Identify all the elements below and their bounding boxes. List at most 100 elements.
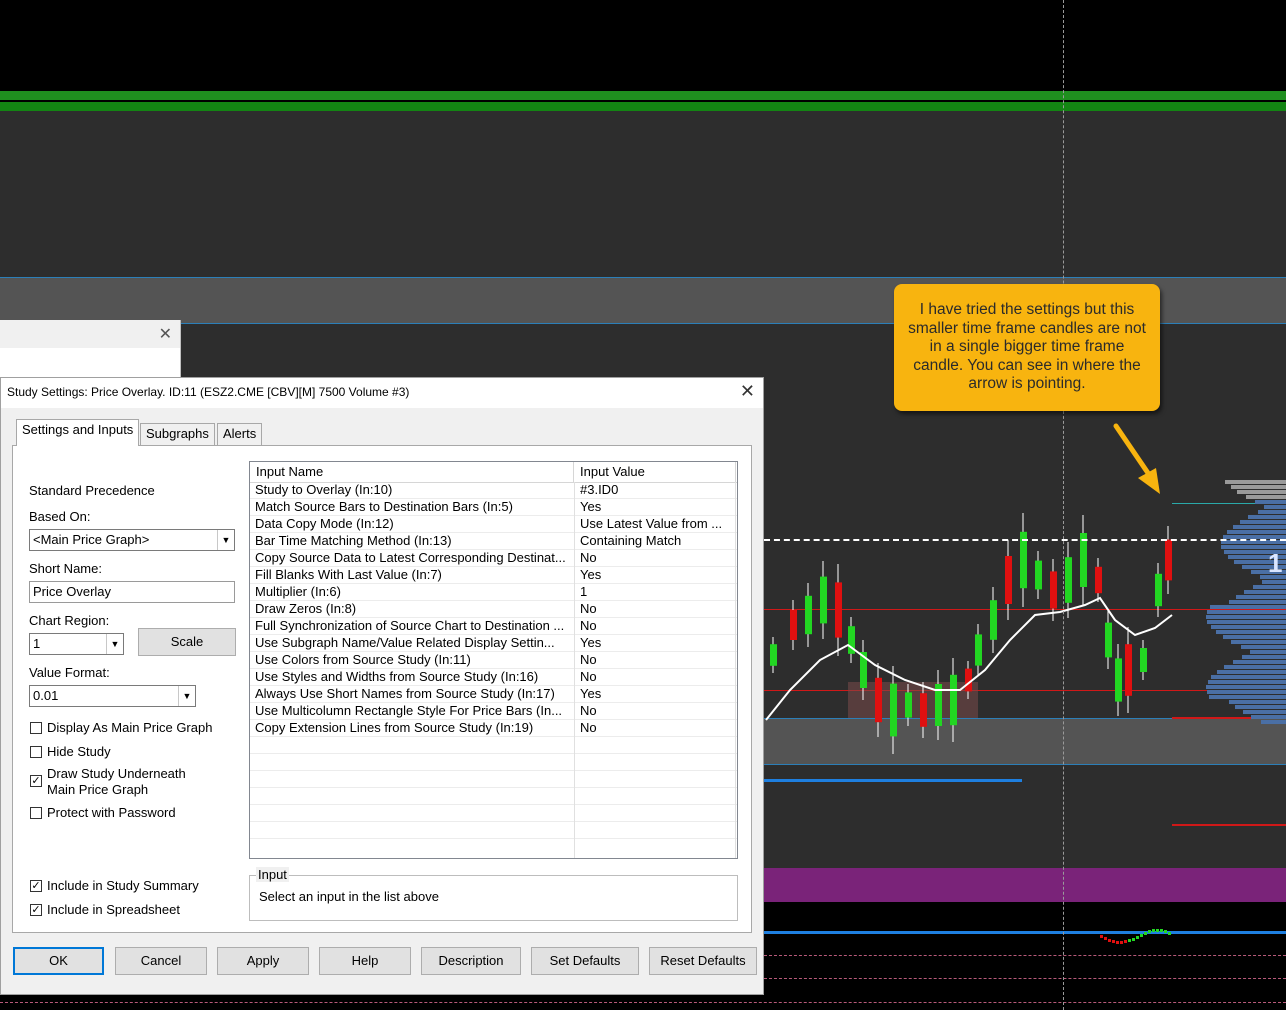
description-button[interactable]: Description xyxy=(421,947,521,975)
input-value-cell[interactable]: Yes xyxy=(580,635,730,651)
close-icon[interactable]: ✕ xyxy=(740,381,755,402)
down-candle xyxy=(1005,556,1012,604)
table-row[interactable]: Study to Overlay (In:10) #3.ID0 xyxy=(250,482,737,499)
input-name-cell: Draw Zeros (In:8) xyxy=(255,601,357,616)
dialog-titlebar[interactable]: Study Settings: Price Overlay. ID:11 (ES… xyxy=(1,378,763,408)
table-row[interactable]: Match Source Bars to Destination Bars (I… xyxy=(250,499,737,516)
table-row[interactable]: Use Colors from Source Study (In:11) No xyxy=(250,652,737,669)
volume-profile-bar xyxy=(1207,610,1286,614)
table-row[interactable]: Draw Zeros (In:8) No xyxy=(250,601,737,618)
display-as-main-price-graph-checkbox[interactable] xyxy=(30,722,42,734)
subgraph-mark xyxy=(1108,939,1111,942)
table-row[interactable]: Copy Extension Lines from Source Study (… xyxy=(250,720,737,737)
include-in-study-summary-checkbox[interactable]: ✓ xyxy=(30,880,42,892)
input-value-cell[interactable]: Use Latest Value from ... xyxy=(580,516,730,532)
subgraph-mark xyxy=(1100,935,1103,938)
table-row[interactable]: Use Subgraph Name/Value Related Display … xyxy=(250,635,737,652)
hide-study-checkbox[interactable] xyxy=(30,746,42,758)
input-value-cell[interactable]: 1 xyxy=(580,584,730,600)
volume-profile-bar xyxy=(1210,605,1286,609)
input-value-cell[interactable]: No xyxy=(580,550,730,566)
apply-button[interactable]: Apply xyxy=(217,947,309,975)
table-row[interactable]: Fill Blanks With Last Value (In:7) Yes xyxy=(250,567,737,584)
input-value-cell[interactable]: No xyxy=(580,601,730,617)
input-value-cell[interactable]: Yes xyxy=(580,499,730,515)
table-row[interactable]: Always Use Short Names from Source Study… xyxy=(250,686,737,703)
volume-profile-bar xyxy=(1241,645,1286,649)
input-value-cell[interactable]: Yes xyxy=(580,686,730,702)
input-value-cell[interactable]: No xyxy=(580,720,730,736)
draw-study-underneath-checkbox[interactable]: ✓ xyxy=(30,775,42,787)
volume-profile-bar xyxy=(1233,660,1286,664)
chevron-down-icon[interactable]: ▼ xyxy=(217,530,234,550)
volume-profile-bar xyxy=(1251,715,1286,719)
tab-settings-and-inputs[interactable]: Settings and Inputs xyxy=(16,419,140,446)
volume-profile-bar xyxy=(1261,720,1286,724)
input-name-cell: Full Synchronization of Source Chart to … xyxy=(255,618,565,633)
input-list[interactable]: Input Name Input Value Study to Overlay … xyxy=(249,461,738,859)
subgraph-mark xyxy=(1144,932,1147,935)
input-name-cell: Bar Time Matching Method (In:13) xyxy=(255,533,452,548)
up-candle xyxy=(1155,573,1162,607)
input-value-cell[interactable]: No xyxy=(580,618,730,634)
subgraph-mark xyxy=(1128,939,1131,942)
subgraph-mark xyxy=(1104,937,1107,940)
table-row[interactable]: Use Multicolumn Rectangle Style For Pric… xyxy=(250,703,737,720)
volume-profile-bar xyxy=(1258,510,1286,514)
volume-profile-bar xyxy=(1217,670,1286,674)
based-on-value: <Main Price Graph> xyxy=(33,532,150,547)
down-candle xyxy=(1125,644,1132,696)
include-in-spreadsheet-checkbox[interactable]: ✓ xyxy=(30,904,42,916)
table-row[interactable]: Copy Source Data to Latest Corresponding… xyxy=(250,550,737,567)
input-value-cell[interactable]: No xyxy=(580,703,730,719)
column-header-input-value[interactable]: Input Value xyxy=(574,462,736,482)
up-candle xyxy=(770,644,777,666)
empty-row xyxy=(250,788,737,805)
volume-profile-bar xyxy=(1264,505,1286,509)
draw-study-underneath-label-line2: Main Price Graph xyxy=(47,782,149,797)
volume-profile-bar xyxy=(1248,515,1286,519)
input-name-cell: Copy Source Data to Latest Corresponding… xyxy=(255,550,566,565)
set-defaults-button[interactable]: Set Defaults xyxy=(531,947,639,975)
tab-subgraphs[interactable]: Subgraphs xyxy=(140,423,215,445)
subgraph-mark xyxy=(1116,941,1119,944)
scale-button[interactable]: Scale xyxy=(138,628,236,656)
column-header-input-name[interactable]: Input Name xyxy=(250,462,574,482)
reset-defaults-button[interactable]: Reset Defaults xyxy=(649,947,757,975)
chevron-down-icon[interactable]: ▼ xyxy=(178,686,195,706)
chart-region-select[interactable]: 1 ▼ xyxy=(29,633,124,655)
chevron-down-icon[interactable]: ▼ xyxy=(106,634,123,654)
study-settings-dialog[interactable]: Study Settings: Price Overlay. ID:11 (ES… xyxy=(0,377,764,995)
ok-button[interactable]: OK xyxy=(13,947,104,975)
value-format-select[interactable]: 0.01 ▼ xyxy=(29,685,196,707)
dialog-title: Study Settings: Price Overlay. ID:11 (ES… xyxy=(7,385,410,399)
input-value-cell[interactable]: #3.ID0 xyxy=(580,482,730,498)
input-value-cell[interactable]: Yes xyxy=(580,567,730,583)
subgraph-mark xyxy=(1120,941,1123,944)
table-row[interactable]: Bar Time Matching Method (In:13) Containi… xyxy=(250,533,737,550)
background-window[interactable]: ✕ xyxy=(0,320,181,377)
protect-with-password-label: Protect with Password xyxy=(47,805,176,820)
up-candle xyxy=(1115,658,1122,702)
based-on-select[interactable]: <Main Price Graph> ▼ xyxy=(29,529,235,551)
close-icon[interactable]: ✕ xyxy=(159,324,172,344)
volume-profile-bar xyxy=(1225,480,1286,484)
help-button[interactable]: Help xyxy=(319,947,411,975)
table-row[interactable]: Data Copy Mode (In:12) Use Latest Value f… xyxy=(250,516,737,533)
short-name-input[interactable]: Price Overlay xyxy=(29,581,235,603)
input-value-cell[interactable]: No xyxy=(580,669,730,685)
empty-row xyxy=(250,771,737,788)
table-row[interactable]: Full Synchronization of Source Chart to … xyxy=(250,618,737,635)
tab-alerts[interactable]: Alerts xyxy=(217,423,263,445)
volume-profile-bar xyxy=(1216,630,1286,634)
input-name-cell: Use Styles and Widths from Source Study … xyxy=(255,669,539,684)
input-value-cell[interactable]: Containing Match xyxy=(580,533,730,549)
volume-profile-bar xyxy=(1242,655,1286,659)
input-value-cell[interactable]: No xyxy=(580,652,730,668)
subgraph-mark xyxy=(1164,930,1167,933)
protect-with-password-checkbox[interactable] xyxy=(30,807,42,819)
table-row[interactable]: Multiplier (In:6) 1 xyxy=(250,584,737,601)
cancel-button[interactable]: Cancel xyxy=(115,947,207,975)
up-candle xyxy=(1080,533,1087,587)
table-row[interactable]: Use Styles and Widths from Source Study … xyxy=(250,669,737,686)
